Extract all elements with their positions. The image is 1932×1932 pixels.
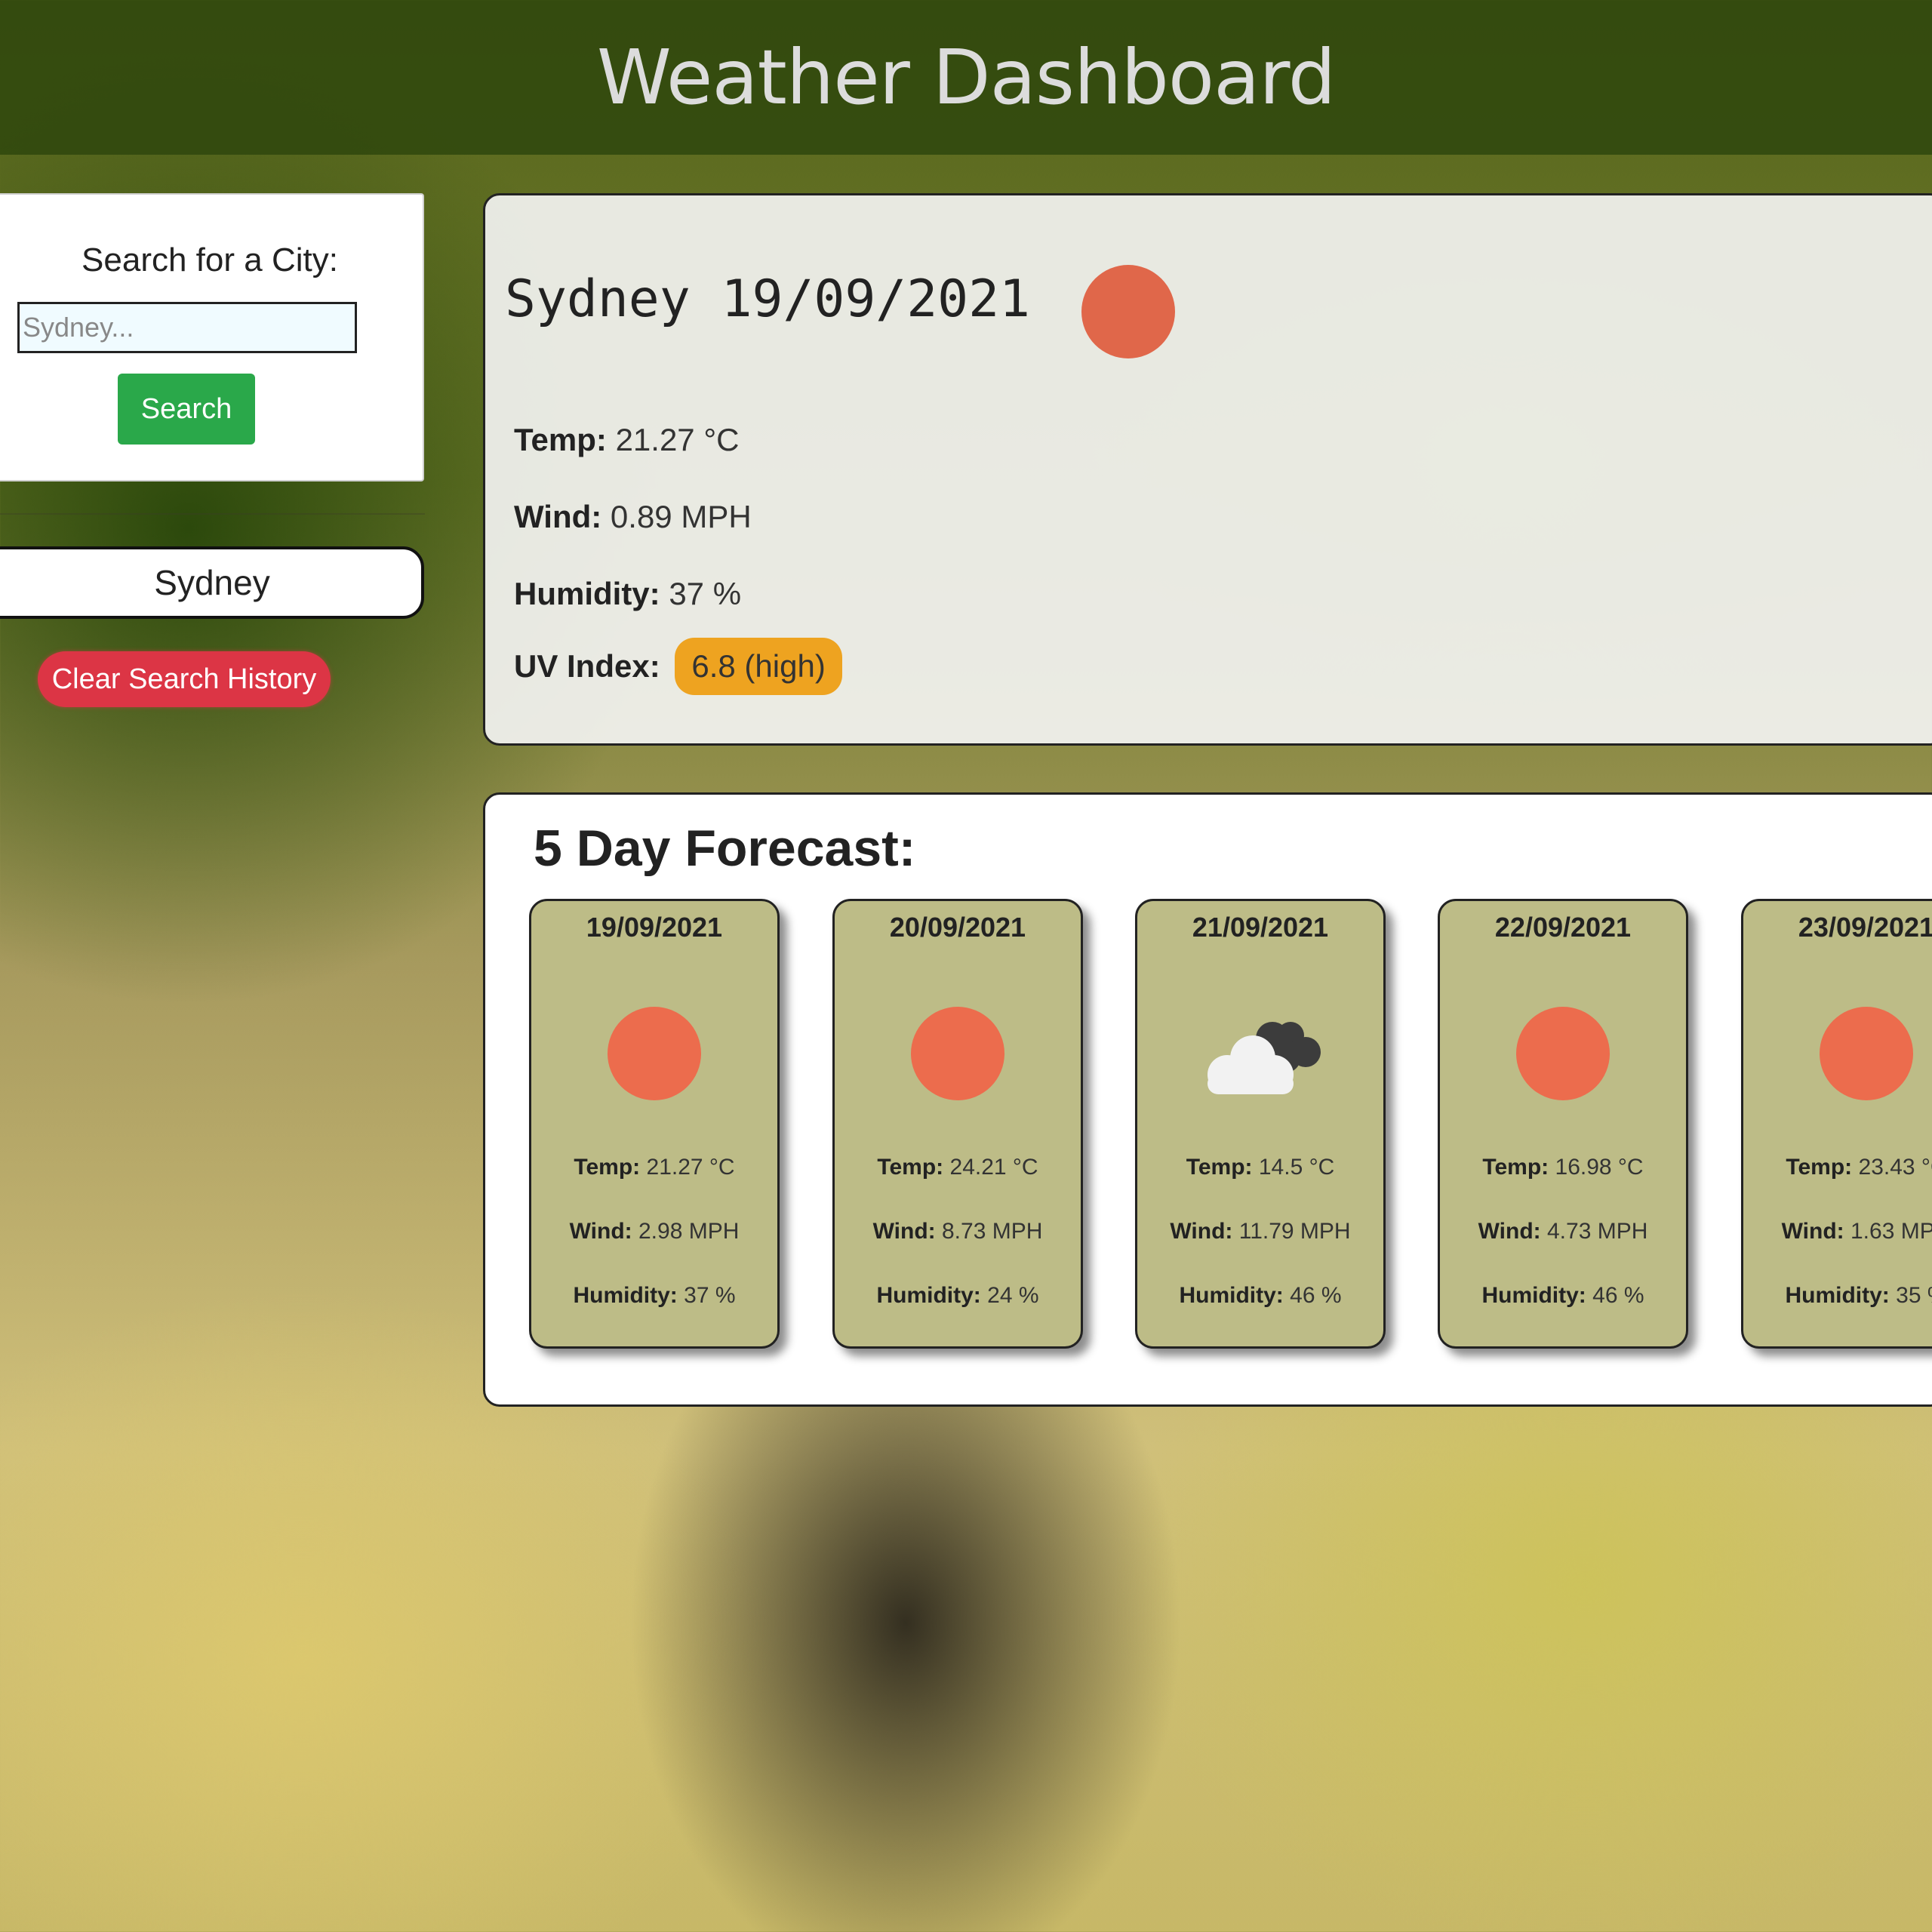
forecast-date: 23/09/2021 [1798,912,1932,943]
forecast-humidity: Humidity: 24 % [835,1283,1081,1309]
current-humidity: Humidity: 37 % [514,576,741,612]
forecast-temp: Temp: 16.98 °C [1440,1155,1686,1180]
forecast-card: 22/09/2021 Temp: 16.98 °C Wind: 4.73 MPH… [1438,899,1688,1349]
temp-label: Temp: [1482,1155,1549,1180]
wind-value: 8.73 MPH [941,1219,1043,1244]
forecast-wind: Wind: 4.73 MPH [1440,1219,1686,1244]
humidity-label: Humidity: [1481,1283,1586,1308]
humidity-value: 37 % [669,576,742,611]
humidity-label: Humidity: [1179,1283,1284,1308]
page-title: Weather Dashboard [596,33,1336,122]
current-temp: Temp: 21.27 °C [514,422,739,458]
forecast-wind: Wind: 2.98 MPH [531,1219,777,1244]
temp-label: Temp: [514,422,607,457]
forecast-title: 5 Day Forecast: [534,820,916,877]
humidity-value: 46 % [1290,1283,1342,1308]
temp-value: 23.43 °C [1858,1155,1932,1180]
temp-label: Temp: [877,1155,944,1180]
cloud-icon [1208,1022,1321,1094]
temp-label: Temp: [574,1155,641,1180]
forecast-card: 23/09/2021 Temp: 23.43 °C Wind: 1.63 MPH… [1741,899,1932,1349]
current-city-date: Sydney 19/09/2021 [505,269,1030,329]
current-wind: Wind: 0.89 MPH [514,499,752,535]
humidity-label: Humidity: [514,576,660,611]
search-label: Search for a City: [82,242,338,278]
forecast-temp: Temp: 14.5 °C [1137,1155,1383,1180]
humidity-value: 37 % [684,1283,736,1308]
humidity-value: 35 % [1896,1283,1932,1308]
forecast-humidity: Humidity: 37 % [531,1283,777,1309]
wind-label: Wind: [569,1219,632,1244]
humidity-label: Humidity: [573,1283,678,1308]
search-button[interactable]: Search [118,374,255,445]
forecast-humidity: Humidity: 46 % [1440,1283,1686,1309]
temp-label: Temp: [1186,1155,1253,1180]
forecast-date: 22/09/2021 [1494,912,1632,943]
sun-icon [1081,265,1175,358]
forecast-humidity: Humidity: 46 % [1137,1283,1383,1309]
header: Weather Dashboard [0,0,1932,155]
forecast-temp: Temp: 23.43 °C [1743,1155,1932,1180]
uv-badge: 6.8 (high) [675,638,842,695]
humidity-label: Humidity: [876,1283,981,1308]
forecast-wind: Wind: 11.79 MPH [1137,1219,1383,1244]
forecast-wind: Wind: 1.63 MPH [1743,1219,1932,1244]
divider [0,513,425,515]
temp-value: 21.27 °C [646,1155,735,1180]
forecast-humidity: Humidity: 35 % [1743,1283,1932,1309]
humidity-label: Humidity: [1785,1283,1890,1308]
forecast-date: 19/09/2021 [586,912,723,943]
current-uv: UV Index: 6.8 (high) [514,638,842,695]
forecast-wind: Wind: 8.73 MPH [835,1219,1081,1244]
wind-label: Wind: [1478,1219,1541,1244]
forecast-date: 20/09/2021 [889,912,1026,943]
history-item[interactable]: Sydney [0,546,424,619]
wind-value: 2.98 MPH [638,1219,740,1244]
forecast-card: 19/09/2021 Temp: 21.27 °C Wind: 2.98 MPH… [529,899,780,1349]
sun-icon [1820,1007,1913,1100]
search-panel: Search for a City: Search [0,193,424,481]
forecast-card: 21/09/2021 Temp: 14.5 °C Wind: 11.79 MPH [1135,899,1386,1349]
forecast-temp: Temp: 21.27 °C [531,1155,777,1180]
forecast-date: 21/09/2021 [1192,912,1329,943]
temp-value: 21.27 °C [615,422,740,457]
humidity-value: 46 % [1592,1283,1644,1308]
wind-label: Wind: [514,499,602,534]
temp-label: Temp: [1786,1155,1853,1180]
clear-history-button[interactable]: Clear Search History [38,651,331,707]
wind-label: Wind: [1170,1219,1233,1244]
wind-value: 11.79 MPH [1238,1219,1351,1244]
forecast-temp: Temp: 24.21 °C [835,1155,1081,1180]
wind-value: 4.73 MPH [1546,1219,1648,1244]
wind-value: 0.89 MPH [610,499,752,534]
search-input[interactable] [17,302,357,353]
wind-label: Wind: [1781,1219,1844,1244]
temp-value: 16.98 °C [1555,1155,1644,1180]
sun-icon [1516,1007,1610,1100]
forecast-card: 20/09/2021 Temp: 24.21 °C Wind: 8.73 MPH… [832,899,1083,1349]
wind-label: Wind: [872,1219,936,1244]
temp-value: 14.5 °C [1258,1155,1335,1180]
temp-value: 24.21 °C [949,1155,1038,1180]
humidity-value: 24 % [987,1283,1039,1308]
wind-value: 1.63 MPH [1850,1219,1932,1244]
sun-icon [911,1007,1004,1100]
current-weather-card: Sydney 19/09/2021 Temp: 21.27 °C Wind: 0… [483,193,1932,746]
forecast-panel: 5 Day Forecast: 19/09/2021 Temp: 21.27 °… [483,792,1932,1407]
sun-icon [608,1007,701,1100]
uv-label: UV Index: [514,648,660,684]
